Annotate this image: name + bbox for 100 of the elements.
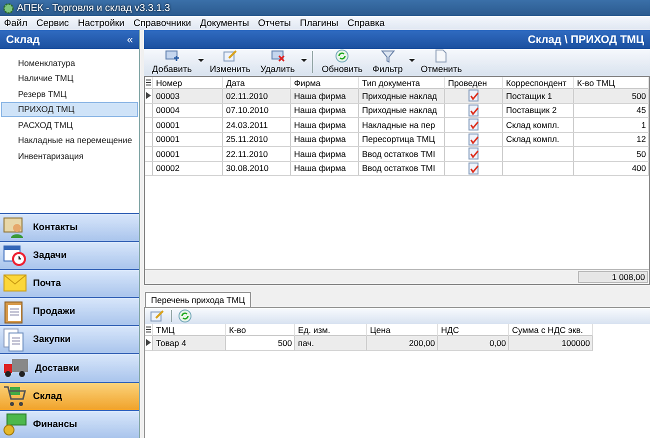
row-pointer-icon xyxy=(146,92,151,100)
envelope-icon xyxy=(3,273,27,294)
column-header[interactable]: Корреспондент xyxy=(503,77,574,89)
nav-item[interactable]: Резерв ТМЦ xyxy=(1,86,138,102)
column-header[interactable]: НДС xyxy=(438,324,509,336)
column-header[interactable]: Номер xyxy=(153,77,223,89)
nav-item[interactable]: Номенклатура xyxy=(1,55,138,70)
column-header[interactable]: ТМЦ xyxy=(153,324,226,336)
table-cell: 00004 xyxy=(153,104,223,118)
table-cell: 00001 xyxy=(153,132,223,147)
table-cell: Наша фирма xyxy=(291,118,359,132)
module-button[interactable]: Контакты xyxy=(0,212,139,241)
module-button[interactable]: Финансы xyxy=(0,410,139,438)
table-cell: 50 xyxy=(574,147,649,162)
module-button[interactable]: Закупки xyxy=(0,325,139,354)
toolbar-button[interactable]: Отменить xyxy=(416,49,466,74)
table-cell: 00003 xyxy=(153,89,223,104)
refresh-icon xyxy=(335,49,350,63)
toolbar-button[interactable]: Обновить xyxy=(318,49,367,74)
table-cell: 25.11.2010 xyxy=(223,132,291,147)
table-cell: 0,00 xyxy=(438,336,509,350)
menu-item[interactable]: Отчеты xyxy=(258,18,291,28)
table-cell: 45 xyxy=(574,104,649,118)
nav-item[interactable]: ПРИХОД ТМЦ xyxy=(1,102,138,117)
table-cell: 00001 xyxy=(153,147,223,162)
menu-item[interactable]: Настройки xyxy=(78,18,124,28)
posted-document-icon xyxy=(467,118,481,132)
gear-icon xyxy=(3,2,14,14)
menu-item[interactable]: Сервис xyxy=(36,18,69,28)
document-icon xyxy=(435,49,448,63)
table-cell: Склад компл. xyxy=(503,118,574,132)
add-document-icon xyxy=(164,49,180,63)
table-cell: Наша фирма xyxy=(291,104,359,118)
table-cell: Поставщик 2 xyxy=(503,104,574,118)
module-button[interactable]: Доставки xyxy=(0,353,139,382)
collapse-button[interactable]: « xyxy=(126,34,133,46)
table-cell: пач. xyxy=(295,336,367,350)
nav-item[interactable]: Инвентаризация xyxy=(1,148,138,164)
module-button[interactable]: Почта xyxy=(0,268,139,298)
column-chooser-icon[interactable] xyxy=(146,326,151,333)
shopping-cart-icon xyxy=(3,384,27,408)
toolbar-button[interactable]: Фильтр xyxy=(368,49,407,74)
table-cell: Наша фирма xyxy=(291,132,359,147)
posted-document-icon xyxy=(467,104,481,117)
menu-item[interactable]: Плагины xyxy=(300,18,338,28)
posted-document-icon xyxy=(467,162,481,175)
column-chooser-icon[interactable] xyxy=(146,79,151,86)
table-cell: Товар 4 xyxy=(153,336,226,350)
table-cell: 500 xyxy=(226,336,295,350)
module-button[interactable]: Продажи xyxy=(0,297,139,326)
toolbar-button[interactable]: Добавить xyxy=(148,49,196,74)
column-header[interactable]: Цена xyxy=(367,324,438,336)
menu-item[interactable]: Файл xyxy=(4,18,28,28)
module-button[interactable]: Задачи xyxy=(0,240,139,269)
refresh-icon xyxy=(178,309,192,323)
table-cell: 02.11.2010 xyxy=(223,89,291,104)
menu-item[interactable]: Справка xyxy=(347,18,385,28)
nav-item[interactable]: Накладные на перемещение xyxy=(1,132,138,148)
table-cell: Склад компл. xyxy=(503,132,574,147)
table-cell: Пересортица ТМЦ xyxy=(359,132,445,147)
posted-document-icon xyxy=(467,132,481,146)
table-cell: Наша фирма xyxy=(291,162,359,176)
dropdown-caret-icon[interactable] xyxy=(408,59,415,62)
module-button[interactable]: Склад xyxy=(0,382,139,410)
column-header[interactable]: Тип документа xyxy=(359,77,445,89)
toolbar-button[interactable]: Изменить xyxy=(206,49,254,74)
nav-item[interactable]: Наличие ТМЦ xyxy=(1,70,138,86)
sidebar-title: Склад xyxy=(6,34,40,46)
column-header[interactable]: К-во xyxy=(226,324,295,336)
delete-icon xyxy=(270,49,286,63)
nav-item[interactable]: РАСХОД ТМЦ xyxy=(1,117,138,132)
column-header[interactable]: Проведен xyxy=(445,77,503,89)
table-cell: 500 xyxy=(574,89,649,104)
table-cell: Наша фирма xyxy=(291,147,359,162)
table-cell: 00001 xyxy=(153,118,223,132)
column-header[interactable]: Ед. изм. xyxy=(295,324,367,336)
total-value: 1 008,00 xyxy=(578,271,648,283)
table-cell: Постащик 1 xyxy=(503,89,574,104)
column-header[interactable]: Сумма с НДС экв. xyxy=(509,324,593,336)
table-cell: 1 xyxy=(574,118,649,132)
dropdown-caret-icon[interactable] xyxy=(198,59,204,62)
tab[interactable]: Перечень прихода ТМЦ xyxy=(145,292,252,307)
table-cell: Ввод остатков ТМI xyxy=(359,162,445,176)
dropdown-caret-icon[interactable] xyxy=(300,59,307,62)
row-pointer-icon xyxy=(146,339,151,346)
edit-icon xyxy=(222,49,238,63)
table-cell: 200,00 xyxy=(367,336,438,350)
column-header[interactable]: Фирма xyxy=(291,77,359,89)
table-cell: 30.08.2010 xyxy=(223,162,291,176)
column-header[interactable]: К-во ТМЦ xyxy=(574,77,649,89)
menu-item[interactable]: Справочники xyxy=(133,18,192,28)
content-title: Склад \ ПРИХОД ТМЦ xyxy=(528,34,644,46)
table-cell: Приходные наклад xyxy=(359,104,445,118)
toolbar-button[interactable]: Удалить xyxy=(256,49,299,74)
table-cell: Накладные на пер xyxy=(359,118,445,132)
menu-item[interactable]: Документы xyxy=(200,18,250,28)
window-title: АПЕК - Торговля и склад v3.3.1.3 xyxy=(17,2,170,14)
refresh-button[interactable] xyxy=(178,309,192,323)
table-cell: 24.03.2011 xyxy=(223,118,291,132)
column-header[interactable]: Дата xyxy=(223,77,291,89)
